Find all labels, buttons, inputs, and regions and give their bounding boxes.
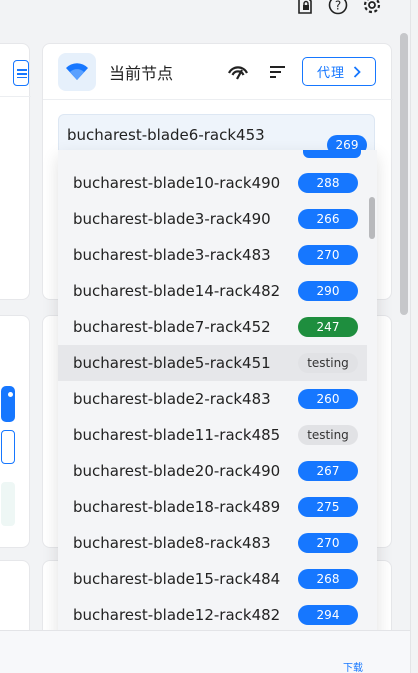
node-option-latency-badge: 247 [298, 317, 358, 337]
node-option[interactable]: bucharest-blade11-rack485 testing [58, 417, 367, 453]
node-option-latency-badge: 268 [298, 569, 358, 589]
node-option-latency-badge: 290 [298, 281, 358, 301]
node-option-name: bucharest-blade3-rack490 [73, 210, 271, 228]
node-option-latency-badge: testing [298, 353, 358, 373]
node-option-latency-badge: 270 [298, 533, 358, 553]
node-option-latency-badge: 294 [298, 605, 358, 625]
node-option-name: bucharest-blade3-rack483 [73, 246, 271, 264]
help-icon[interactable]: ? [327, 0, 349, 16]
left-card-top [0, 43, 31, 300]
node-option-name: bucharest-blade10-rack490 [73, 174, 281, 192]
node-option-name: bucharest-blade11-rack485 [73, 426, 281, 444]
node-option-name: bucharest-blade14-rack482 [73, 282, 281, 300]
node-option-latency-badge: 260 [298, 389, 358, 409]
window-edge [410, 0, 418, 673]
node-option-latency-badge: 266 [298, 209, 358, 229]
node-option[interactable]: bucharest-blade10-rack490 288 [58, 165, 367, 201]
window-scrollbar[interactable] [400, 33, 408, 315]
node-option[interactable]: bucharest-blade12-rack482 294 [58, 597, 367, 633]
node-option-name: bucharest-blade15-rack484 [73, 570, 281, 588]
left-card-middle [0, 315, 30, 548]
dot-icon [8, 392, 13, 397]
node-option[interactable]: bucharest-blade2-rack483 260 [58, 381, 367, 417]
dropdown-scrollbar[interactable] [369, 197, 375, 239]
node-card-header: 当前节点 代理 [43, 44, 393, 100]
download-label[interactable]: 下载 [343, 659, 363, 673]
node-card-title: 当前节点 [109, 64, 174, 83]
node-option-latency-badge: 270 [298, 245, 358, 265]
node-option-latency-badge: 275 [298, 497, 358, 517]
node-option-name: bucharest-blade20-rack490 [73, 462, 281, 480]
node-option[interactable]: bucharest-blade3-rack483 270 [58, 237, 367, 273]
node-option[interactable]: bucharest-blade7-rack452 247 [58, 309, 367, 345]
node-option-name: bucharest-blade2-rack483 [73, 390, 271, 408]
wifi-icon [58, 53, 96, 91]
proxy-button[interactable]: 代理 [302, 57, 376, 86]
left-card-button[interactable] [13, 60, 29, 86]
left-outline-field[interactable] [1, 430, 15, 464]
list-icon [17, 69, 27, 78]
node-option-latency-badge: testing [298, 425, 358, 445]
settings-icon[interactable] [361, 0, 383, 16]
node-option[interactable]: bucharest-blade15-rack484 268 [58, 561, 367, 597]
node-option[interactable]: bucharest-blade3-rack490 266 [58, 201, 367, 237]
dropdown-top-badge-sliver [303, 150, 361, 158]
node-option-name: bucharest-blade12-rack482 [73, 606, 281, 624]
node-option-latency-badge: 267 [298, 461, 358, 481]
proxy-button-label: 代理 [316, 66, 345, 81]
node-option-name: bucharest-blade8-rack483 [73, 534, 271, 552]
node-option-name: bucharest-blade7-rack452 [73, 318, 271, 336]
left-card-divider [0, 96, 31, 97]
node-option-name: bucharest-blade18-rack489 [73, 498, 281, 516]
node-option[interactable]: bucharest-blade5-rack451 testing [58, 345, 367, 381]
sort-icon[interactable] [267, 61, 289, 83]
svg-text:?: ? [335, 0, 341, 13]
file-lock-icon[interactable] [294, 0, 316, 16]
node-option[interactable]: bucharest-blade8-rack483 270 [58, 525, 367, 561]
node-dropdown-list[interactable]: bucharest-blade10-rack490 288 bucharest-bl… [58, 150, 377, 654]
node-select[interactable]: bucharest-blade6-rack453 269 [58, 114, 375, 155]
node-option-latency-badge: 288 [298, 173, 358, 193]
selected-node-name: bucharest-blade6-rack453 [67, 126, 265, 144]
left-blue-button[interactable] [1, 386, 15, 422]
node-option-name: bucharest-blade5-rack451 [73, 354, 271, 372]
node-option[interactable]: bucharest-blade20-rack490 267 [58, 453, 367, 489]
left-info-box [1, 482, 15, 526]
node-option[interactable]: bucharest-blade14-rack482 290 [58, 273, 367, 309]
top-toolbar: ? [0, 0, 418, 28]
chevron-right-icon [353, 65, 361, 78]
node-option[interactable]: bucharest-blade18-rack489 275 [58, 489, 367, 525]
speed-test-icon[interactable] [227, 61, 249, 83]
